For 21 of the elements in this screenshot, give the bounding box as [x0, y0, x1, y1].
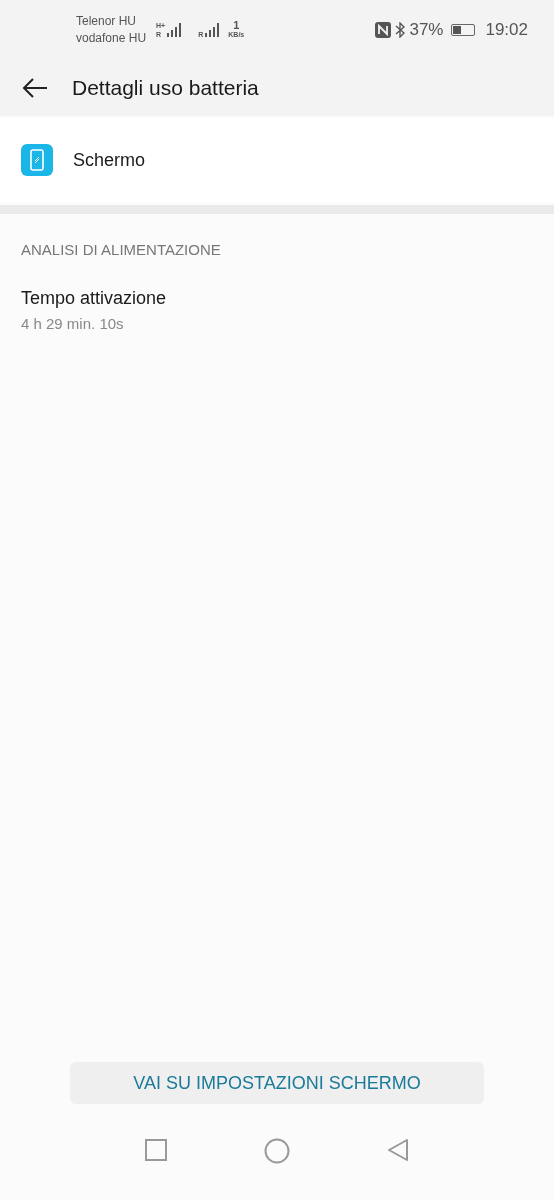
nfc-icon — [375, 22, 392, 38]
phone-app-icon — [21, 144, 53, 176]
carrier-name: vodafone HU — [76, 30, 147, 47]
back-nav-icon[interactable] — [386, 1138, 410, 1162]
page-title: Dettagli uso batteria — [72, 76, 259, 100]
back-arrow-icon[interactable] — [22, 77, 48, 99]
home-nav-icon[interactable] — [264, 1138, 290, 1164]
carrier-name: Telenor HU — [76, 13, 138, 30]
battery-percentage: 37% — [409, 20, 444, 40]
settings-button[interactable]: VAI SU IMPOSTAZIONI SCHERMO — [70, 1062, 484, 1104]
network-speed: 1 — [233, 21, 240, 30]
app-name: Schermo — [73, 149, 146, 171]
signal-icon — [166, 22, 183, 38]
square-nav-icon[interactable] — [144, 1138, 168, 1162]
battery-icon — [451, 24, 476, 36]
item-label: Tempo attivazione — [21, 288, 168, 309]
signal-icon — [204, 22, 221, 38]
item-value: 4 h 29 min. 10s — [21, 315, 125, 332]
clock: 19:02 — [485, 20, 528, 40]
section-heading: ANALISI DI ALIMENTAZIONE — [21, 241, 222, 258]
bluetooth-icon — [395, 22, 406, 38]
